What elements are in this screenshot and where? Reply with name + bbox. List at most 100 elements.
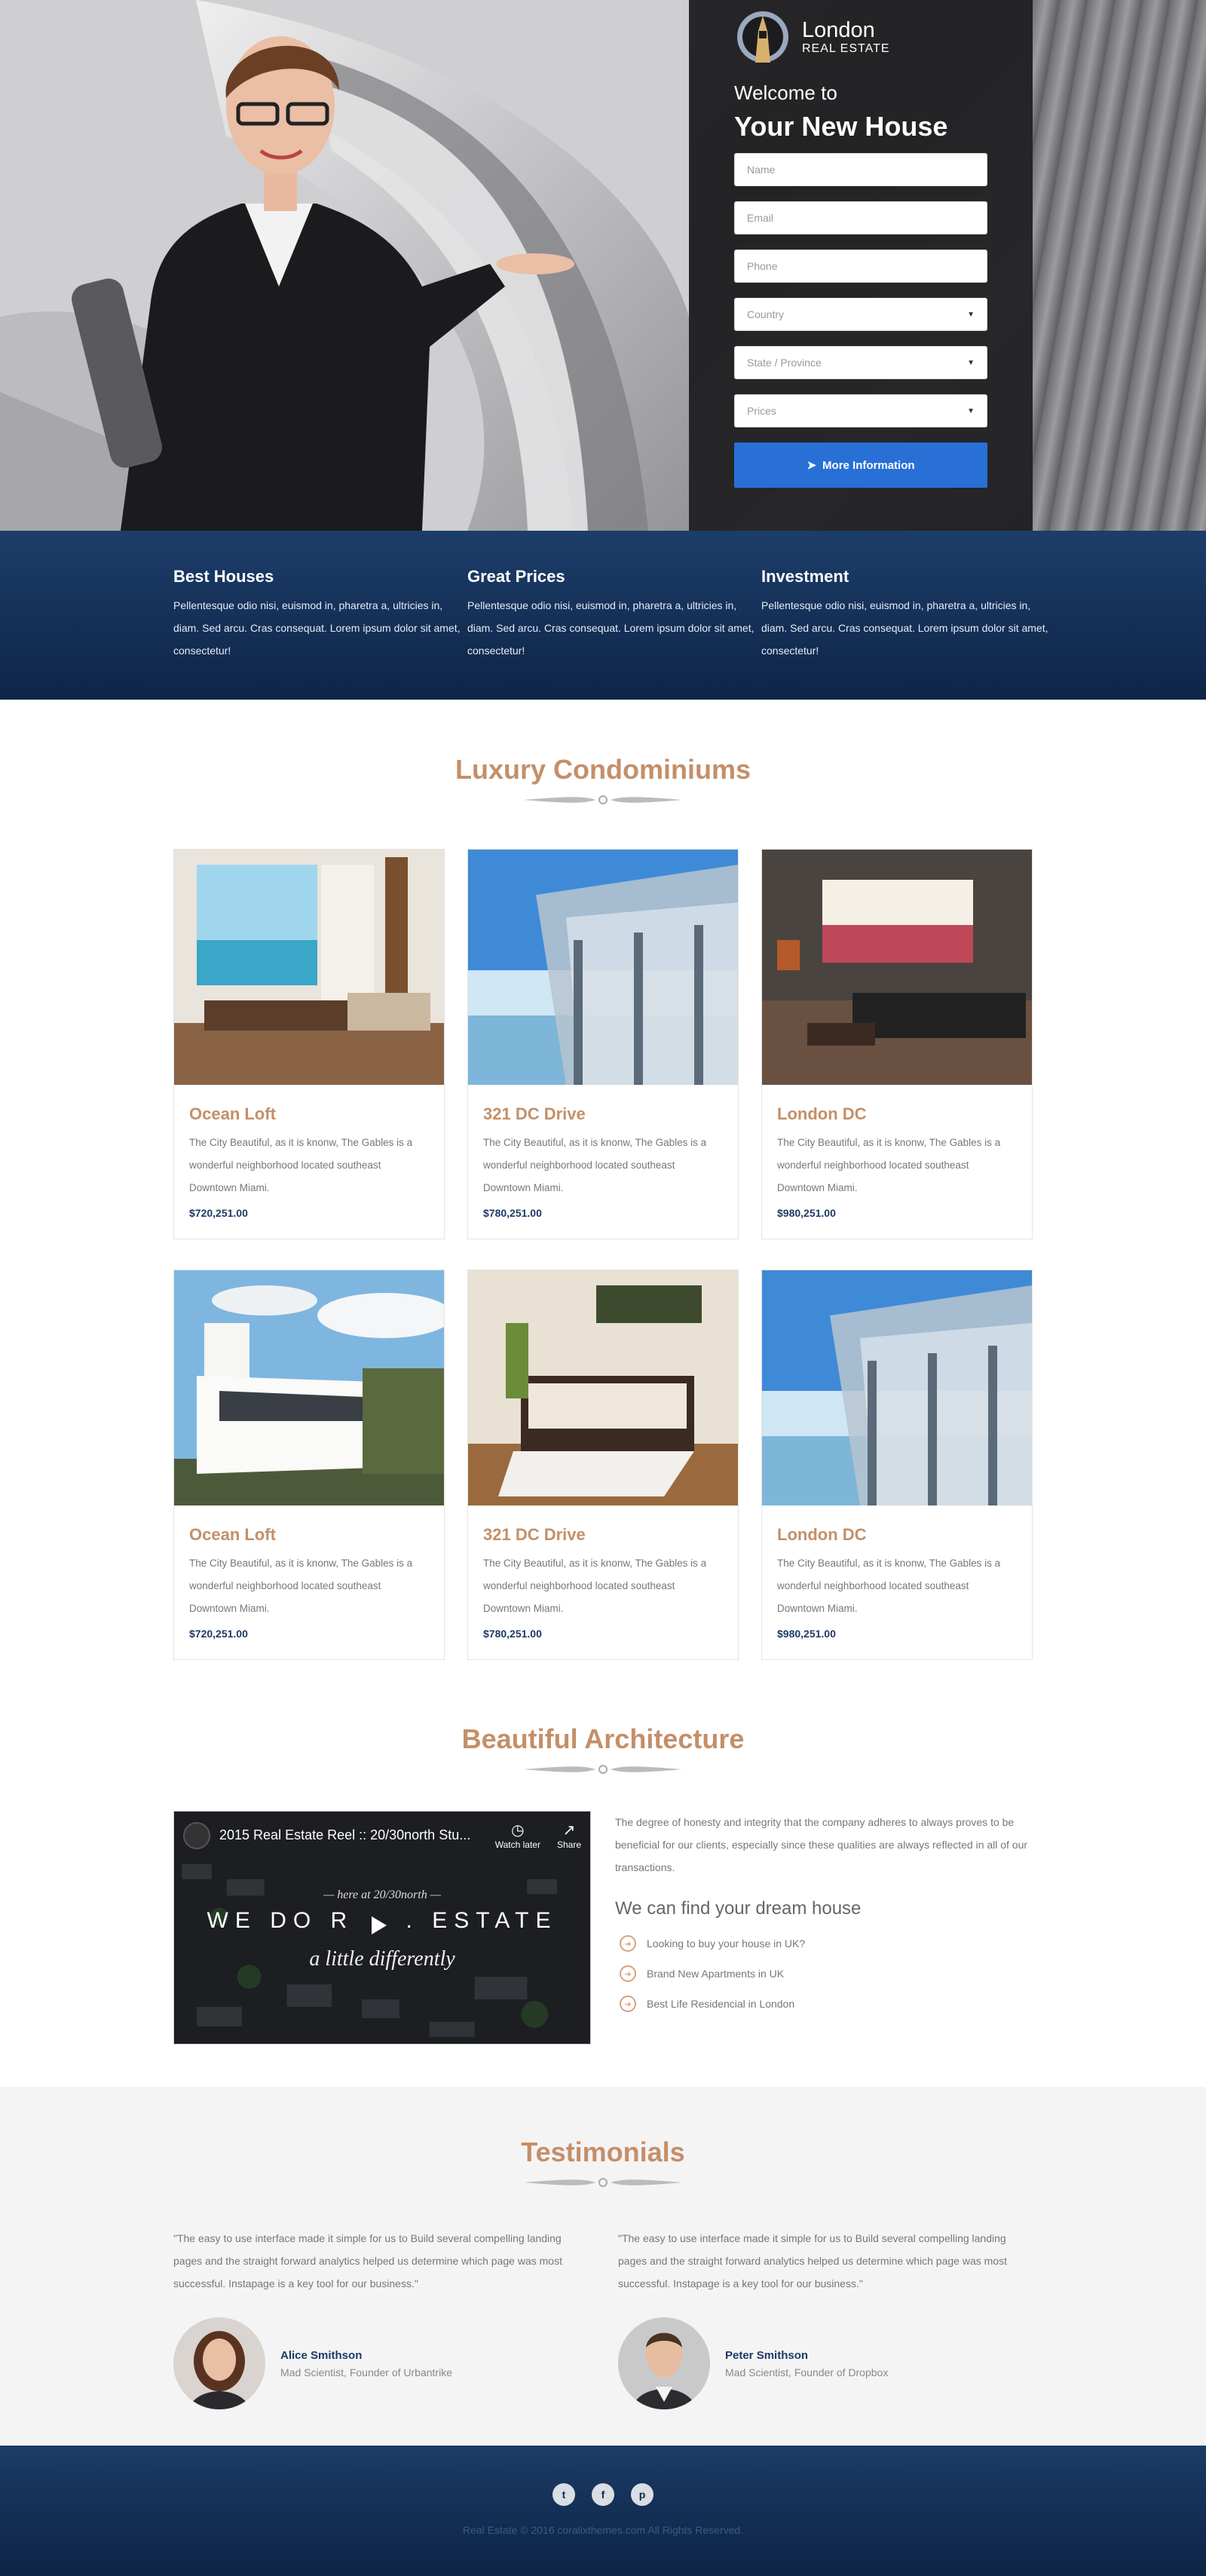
country-select[interactable]: Country ▼ bbox=[734, 298, 987, 331]
listing-description: The City Beautiful, as it is knonw, The … bbox=[777, 1137, 1001, 1193]
arrow-circle-icon: ➜ bbox=[620, 1965, 636, 1982]
social-links: t f p bbox=[0, 2483, 1206, 2506]
ornament-divider-icon bbox=[524, 795, 682, 804]
listing-photo bbox=[468, 1270, 738, 1505]
listing-card[interactable]: 321 DC Drive The City Beautiful, as it i… bbox=[467, 1270, 739, 1660]
state-select-value: State / Province bbox=[747, 357, 822, 369]
listing-description: The City Beautiful, as it is knonw, The … bbox=[189, 1137, 413, 1193]
clock-icon: ◷ bbox=[511, 1822, 525, 1839]
listing-title[interactable]: London DC bbox=[777, 1104, 1017, 1124]
listing-photo bbox=[174, 850, 444, 1085]
pinterest-icon[interactable]: p bbox=[631, 2483, 654, 2506]
listing-card[interactable]: 321 DC Drive The City Beautiful, as it i… bbox=[467, 849, 739, 1239]
testimonials-title: Testimonials bbox=[521, 2136, 685, 2167]
listing-title[interactable]: London DC bbox=[777, 1525, 1017, 1545]
listing-title[interactable]: 321 DC Drive bbox=[483, 1525, 723, 1545]
contact-panel: London REAL ESTATE Welcome to Your New H… bbox=[689, 0, 1033, 531]
feature-investment: Investment Pellentesque odio nisi, euism… bbox=[761, 567, 1055, 700]
hero: London REAL ESTATE Welcome to Your New H… bbox=[0, 0, 1206, 531]
feature-text: Pellentesque odio nisi, euismod in, phar… bbox=[173, 599, 461, 657]
video-caption-italic: a little differently bbox=[309, 1947, 455, 1971]
testimonial-name: Peter Smithson bbox=[725, 2348, 809, 2362]
feature-best-houses: Best Houses Pellentesque odio nisi, euis… bbox=[173, 567, 467, 700]
list-item-label: Looking to buy your house in UK? bbox=[647, 1937, 806, 1950]
video-caption-big-end: . ESTATE bbox=[406, 1908, 558, 1933]
facebook-icon[interactable]: f bbox=[592, 2483, 614, 2506]
prices-select-value: Prices bbox=[747, 405, 776, 417]
feature-title: Investment bbox=[761, 567, 849, 586]
hero-headline: Your New House bbox=[734, 111, 948, 142]
listing-price: $720,251.00 bbox=[189, 1207, 248, 1219]
video-title[interactable]: 2015 Real Estate Reel :: 20/30north Stu.… bbox=[219, 1827, 495, 1843]
arrow-circle-icon: ➜ bbox=[620, 1935, 636, 1952]
share-button[interactable]: ↗ Share bbox=[557, 1821, 581, 1850]
prices-select[interactable]: Prices ▼ bbox=[734, 394, 987, 427]
listing-photo bbox=[762, 1270, 1032, 1505]
more-information-button[interactable]: ➤ More Information bbox=[734, 443, 987, 488]
big-ben-logo-icon bbox=[737, 11, 788, 63]
more-information-label: More Information bbox=[822, 458, 915, 472]
watch-later-button[interactable]: ◷ Watch later bbox=[495, 1821, 540, 1850]
testimonial-name: Alice Smithson bbox=[280, 2348, 363, 2362]
feature-title: Great Prices bbox=[467, 567, 565, 586]
play-icon[interactable] bbox=[372, 1916, 387, 1934]
ornament-divider-icon bbox=[524, 2178, 682, 2187]
share-label: Share bbox=[556, 1839, 581, 1850]
feature-text: Pellentesque odio nisi, euismod in, phar… bbox=[467, 599, 755, 657]
listing-price: $980,251.00 bbox=[777, 1207, 836, 1219]
country-select-value: Country bbox=[747, 308, 785, 320]
list-item: ➜ Looking to buy your house in UK? bbox=[615, 1928, 1033, 1959]
architecture-subtitle: We can find your dream house bbox=[615, 1898, 862, 1919]
list-item: ➜ Brand New Apartments in UK bbox=[615, 1959, 1033, 1989]
watch-later-label: Watch later bbox=[494, 1839, 540, 1850]
listing-price: $780,251.00 bbox=[483, 1207, 542, 1219]
ornament-divider-icon bbox=[524, 1765, 682, 1774]
copyright: Real Estate © 2016 coralixthemes.com All… bbox=[462, 2524, 744, 2536]
listing-photo bbox=[468, 850, 738, 1085]
architecture-section: Beautiful Architecture 2015 Real Estate … bbox=[0, 1660, 1206, 2045]
listing-price: $980,251.00 bbox=[777, 1628, 836, 1640]
architecture-title: Beautiful Architecture bbox=[461, 1723, 745, 1754]
video-player[interactable]: 2015 Real Estate Reel :: 20/30north Stu.… bbox=[173, 1811, 591, 2045]
channel-avatar[interactable] bbox=[183, 1821, 210, 1849]
video-caption-small: — here at 20/30north — bbox=[323, 1888, 441, 1901]
listing-price: $720,251.00 bbox=[189, 1628, 248, 1640]
listing-description: The City Beautiful, as it is knonw, The … bbox=[483, 1558, 707, 1614]
features-band: Best Houses Pellentesque odio nisi, euis… bbox=[0, 531, 1206, 700]
testimonial-role: Mad Scientist, Founder of Urbantrike bbox=[280, 2366, 452, 2378]
listing-title[interactable]: Ocean Loft bbox=[189, 1525, 429, 1545]
list-item-label: Best Life Residencial in London bbox=[647, 1998, 795, 2010]
listing-title[interactable]: Ocean Loft bbox=[189, 1104, 429, 1124]
name-input[interactable] bbox=[734, 153, 987, 186]
testimonial-quote: "The easy to use interface made it simpl… bbox=[173, 2232, 562, 2290]
listing-description: The City Beautiful, as it is knonw, The … bbox=[189, 1558, 413, 1614]
testimonials-section: Testimonials "The easy to use interface … bbox=[0, 2087, 1206, 2446]
testimonial-role: Mad Scientist, Founder of Dropbox bbox=[725, 2366, 889, 2378]
list-item-label: Brand New Apartments in UK bbox=[647, 1968, 785, 1980]
testimonial: "The easy to use interface made it simpl… bbox=[618, 2227, 1033, 2409]
paper-plane-icon: ➤ bbox=[807, 459, 817, 472]
phone-input[interactable] bbox=[734, 250, 987, 283]
dropdown-arrow-icon: ▼ bbox=[967, 358, 975, 367]
architecture-paragraph: The degree of honesty and integrity that… bbox=[615, 1816, 1028, 1873]
listings-section: Luxury Condominiums Ocean Loft The City … bbox=[0, 700, 1206, 1660]
listing-card[interactable]: London DC The City Beautiful, as it is k… bbox=[761, 1270, 1033, 1660]
twitter-icon[interactable]: t bbox=[552, 2483, 575, 2506]
footer: t f p Real Estate © 2016 coralixthemes.c… bbox=[0, 2446, 1206, 2576]
listing-photo bbox=[762, 850, 1032, 1085]
state-select[interactable]: State / Province ▼ bbox=[734, 346, 987, 379]
listing-description: The City Beautiful, as it is knonw, The … bbox=[777, 1558, 1001, 1614]
listing-title[interactable]: 321 DC Drive bbox=[483, 1104, 723, 1124]
listing-grid: Ocean Loft The City Beautiful, as it is … bbox=[173, 849, 1033, 1660]
share-icon: ↗ bbox=[562, 1822, 576, 1839]
agent-photo bbox=[72, 36, 574, 531]
listing-card[interactable]: Ocean Loft The City Beautiful, as it is … bbox=[173, 1270, 445, 1660]
email-input[interactable] bbox=[734, 201, 987, 234]
listing-card[interactable]: Ocean Loft The City Beautiful, as it is … bbox=[173, 849, 445, 1239]
listing-card[interactable]: London DC The City Beautiful, as it is k… bbox=[761, 849, 1033, 1239]
dropdown-arrow-icon: ▼ bbox=[967, 310, 975, 319]
brand-name: London bbox=[802, 18, 875, 42]
feature-text: Pellentesque odio nisi, euismod in, phar… bbox=[761, 599, 1048, 657]
video-caption-big-start: WE DO R bbox=[207, 1908, 354, 1933]
listing-description: The City Beautiful, as it is knonw, The … bbox=[483, 1137, 707, 1193]
